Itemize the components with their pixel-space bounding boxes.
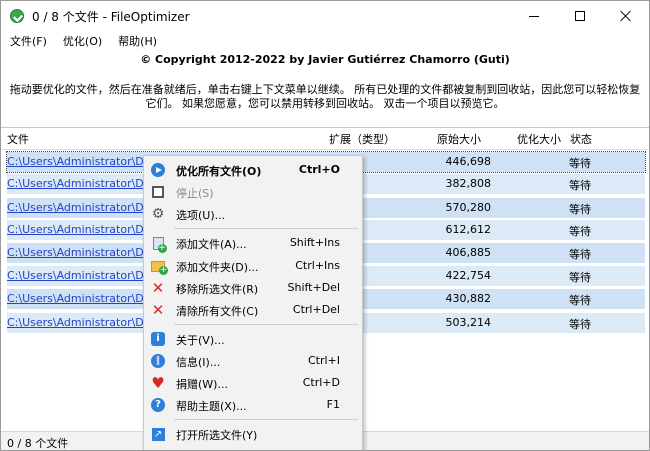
menu-item-shortcut: Ctrl+I — [307, 354, 340, 367]
menu-item-shortcut: F1 — [326, 398, 340, 411]
menu-remove-selected[interactable]: ✕ 移除所选文件(R) Shift+Del — [146, 277, 360, 299]
row-status: 等待 — [569, 271, 591, 284]
gear-icon: ⚙ — [151, 206, 165, 222]
original-size: 503,214 — [445, 316, 492, 329]
file-path-link[interactable]: C:\Users\Administrator\Desk — [7, 201, 163, 214]
menu-item-label: 停止(S) — [176, 187, 214, 200]
file-path-link[interactable]: C:\Users\Administrator\Desk — [7, 155, 163, 168]
row-status: 等待 — [569, 203, 591, 216]
menu-item-label: 移除所选文件(R) — [176, 283, 259, 296]
menu-information[interactable]: ‖ 信息(I)... Ctrl+I — [146, 350, 360, 372]
menu-item-shortcut: Ctrl+O — [298, 163, 340, 176]
menu-item-label: 关于(V)... — [176, 334, 225, 347]
column-header-file[interactable]: 文件 — [7, 131, 29, 147]
menu-file[interactable]: 文件(F) — [1, 33, 55, 49]
copyright-text: © Copyright 2012-2022 by Javier Gutiérre… — [140, 53, 510, 66]
file-path-link[interactable]: C:\Users\Administrator\Desk — [7, 316, 163, 329]
file-path-link[interactable]: C:\Users\Administrator\Desk — [7, 292, 163, 305]
menu-bar: 文件(F) 优化(O) 帮助(H) — [1, 31, 649, 51]
fileoptimizer-check-icon — [10, 9, 24, 23]
menu-separator — [174, 228, 358, 229]
column-header-original-size[interactable]: 原始大小 — [437, 131, 481, 147]
original-size: 382,808 — [445, 177, 492, 190]
menu-item-label: 选项(U)... — [176, 209, 226, 222]
help-icon: ? — [151, 398, 165, 412]
title-bar[interactable]: 0 / 8 个文件 - FileOptimizer — [1, 1, 649, 31]
information-icon: ‖ — [151, 354, 165, 368]
clear-icon: ✕ — [151, 301, 165, 319]
heart-icon: ♥ — [151, 374, 165, 392]
list-header: 文件 扩展（类型） 原始大小 优化大小 状态 — [1, 128, 649, 150]
minimize-icon — [529, 15, 539, 17]
remove-icon: ✕ — [151, 279, 165, 297]
menu-options[interactable]: ⚙ 选项(U)... — [146, 203, 360, 225]
menu-item-label: 打开所选文件(Y) — [176, 429, 258, 442]
column-header-status[interactable]: 状态 — [570, 131, 592, 147]
row-status: 等待 — [569, 248, 591, 261]
original-size: 570,280 — [445, 201, 492, 214]
column-header-extension[interactable]: 扩展（类型） — [329, 131, 395, 147]
menu-item-label: 信息(I)... — [176, 356, 221, 369]
row-status: 等待 — [569, 157, 591, 170]
menu-separator — [174, 324, 358, 325]
file-path-link[interactable]: C:\Users\Administrator\Desk — [7, 223, 163, 236]
fileoptimizer-window: 0 / 8 个文件 - FileOptimizer 文件(F) 优化(O) 帮助… — [0, 0, 650, 451]
menu-item-shortcut: Shift+Ins — [289, 236, 340, 249]
original-size: 430,882 — [445, 292, 492, 305]
maximize-icon — [575, 11, 585, 21]
menu-help-topics[interactable]: ? 帮助主题(X)... F1 — [146, 394, 360, 416]
minimize-button[interactable] — [511, 1, 557, 31]
menu-optimize[interactable]: 优化(O) — [55, 33, 110, 49]
row-status: 等待 — [569, 318, 591, 331]
menu-item-shortcut: Ctrl+D — [302, 376, 340, 389]
menu-add-folder[interactable]: 添加文件夹(D)... Ctrl+Ins — [146, 255, 360, 277]
column-header-optimized-size[interactable]: 优化大小 — [517, 131, 561, 147]
menu-item-shortcut: Ctrl+Ins — [295, 259, 340, 272]
menu-about[interactable]: i 关于(V)... — [146, 328, 360, 350]
maximize-button[interactable] — [557, 1, 603, 31]
original-size: 612,612 — [445, 223, 492, 236]
info-icon: i — [151, 332, 165, 346]
original-size: 422,754 — [445, 269, 492, 282]
menu-item-shortcut: Shift+Del — [287, 281, 340, 294]
row-status: 等待 — [569, 179, 591, 192]
menu-item-label: 添加文件(A)... — [176, 238, 247, 251]
original-size: 406,885 — [445, 246, 492, 259]
context-menu: 优化所有文件(O) Ctrl+O 停止(S) ⚙ 选项(U)... 添加文件(A… — [143, 155, 363, 450]
menu-stop[interactable]: 停止(S) — [146, 181, 360, 203]
add-file-icon — [151, 236, 167, 253]
menu-item-shortcut: Ctrl+Del — [292, 303, 340, 316]
menu-item-label: 捐赠(W)... — [176, 378, 228, 391]
window-title: 0 / 8 个文件 - FileOptimizer — [32, 10, 190, 24]
menu-open-selected[interactable]: ↗ 打开所选文件(Y) — [146, 423, 360, 445]
add-folder-icon — [151, 259, 168, 275]
row-status: 等待 — [569, 225, 591, 238]
menu-item-label: 添加文件夹(D)... — [176, 261, 259, 274]
row-status: 等待 — [569, 294, 591, 307]
file-path-link[interactable]: C:\Users\Administrator\Desk — [7, 269, 163, 282]
open-file-icon: ↗ — [151, 427, 165, 441]
menu-item-label: 清除所有文件(C) — [176, 305, 259, 318]
file-path-link[interactable]: C:\Users\Administrator\Desk — [7, 177, 163, 190]
close-button[interactable] — [603, 1, 649, 31]
menu-add-files[interactable]: 添加文件(A)... Shift+Ins — [146, 232, 360, 254]
menu-separator — [174, 419, 358, 420]
menu-optimize-all[interactable]: 优化所有文件(O) Ctrl+O — [146, 159, 360, 181]
file-path-link[interactable]: C:\Users\Administrator\Desk — [7, 246, 163, 259]
menu-item-label: 帮助主题(X)... — [176, 400, 247, 413]
menu-clear-all[interactable]: ✕ 清除所有文件(C) Ctrl+Del — [146, 299, 360, 321]
status-file-count: 0 / 8 个文件 — [7, 437, 69, 450]
play-icon — [151, 163, 165, 177]
instructions-text: 拖动要优化的文件，然后在准备就绪后，单击右键上下文菜单以继续。 所有已处理的文件… — [9, 83, 641, 110]
stop-icon — [151, 185, 165, 199]
menu-help[interactable]: 帮助(H) — [110, 33, 165, 49]
menu-item-label: 优化所有文件(O) — [176, 165, 262, 178]
original-size: 446,698 — [445, 155, 492, 168]
close-icon — [620, 10, 632, 22]
menu-donate[interactable]: ♥ 捐赠(W)... Ctrl+D — [146, 372, 360, 394]
